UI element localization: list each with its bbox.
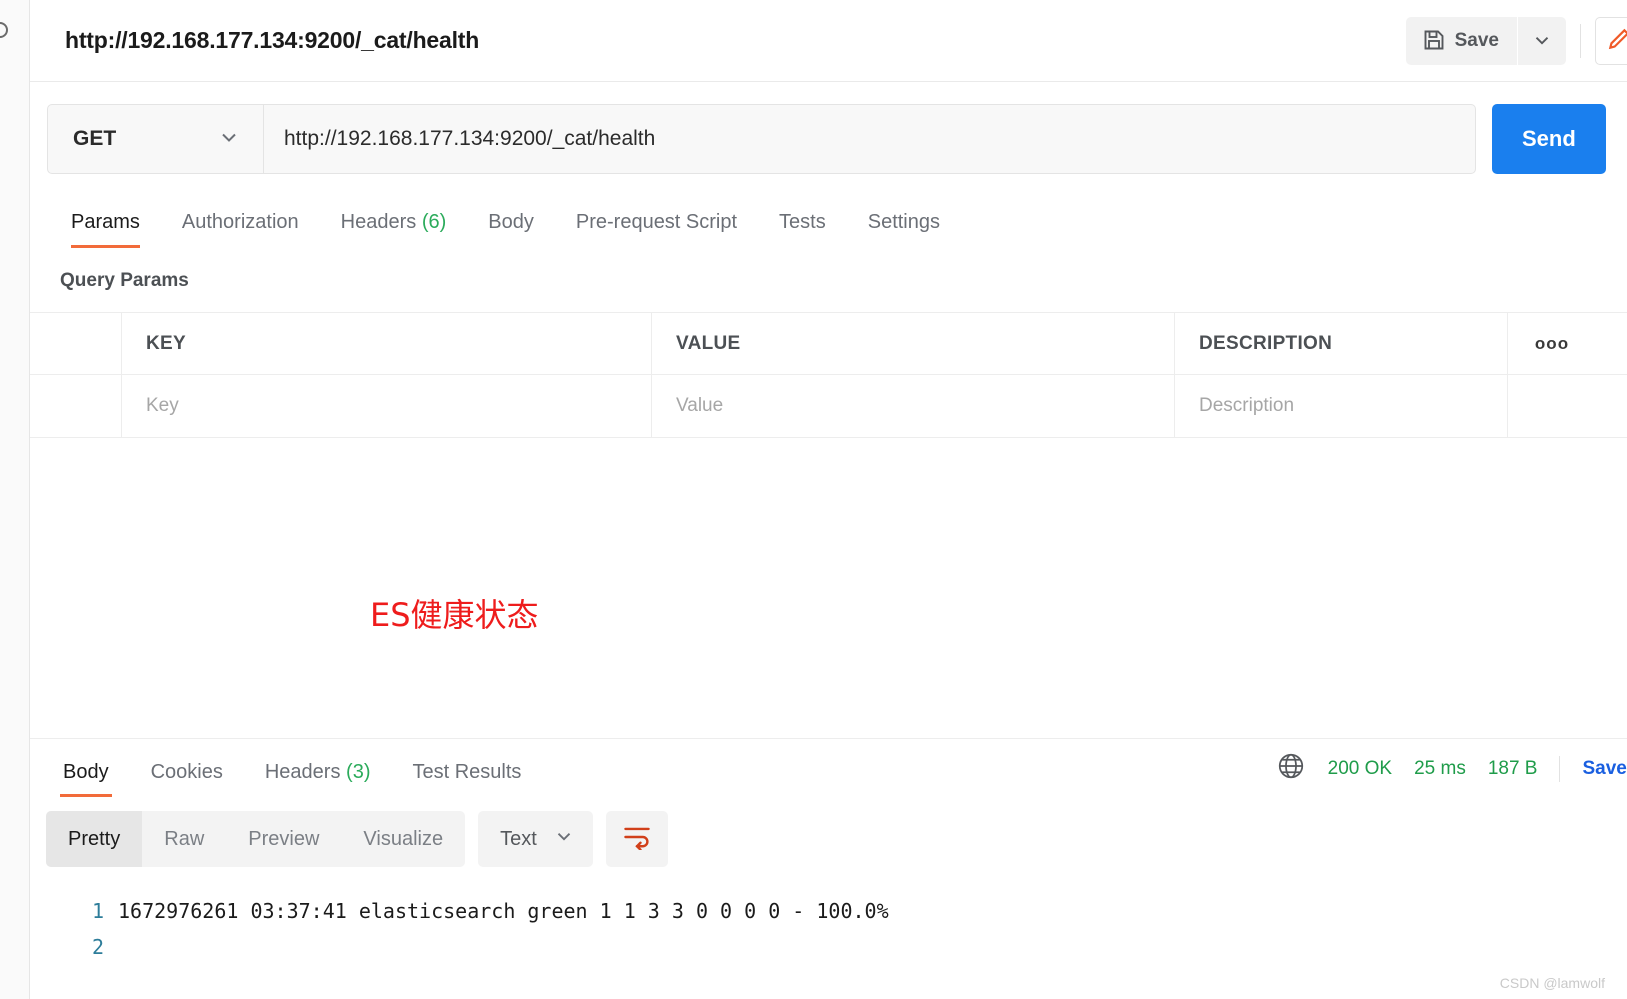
response-format-toolbar: Pretty Raw Preview Visualize Text <box>30 797 1627 867</box>
column-header-description: DESCRIPTION <box>1175 313 1508 374</box>
save-button-label: Save <box>1454 30 1499 51</box>
circle-icon <box>0 22 8 38</box>
tab-label: Body <box>63 761 109 783</box>
format-raw[interactable]: Raw <box>142 811 226 867</box>
save-options-dropdown[interactable] <box>1518 17 1566 65</box>
tab-label: Test Results <box>412 761 522 783</box>
response-time: 25 ms <box>1414 757 1466 779</box>
select-all-cell <box>30 313 122 374</box>
table-row: Key Value Description <box>30 375 1627 437</box>
page-title: http://192.168.177.134:9200/_cat/health <box>65 27 480 53</box>
description-input[interactable]: Description <box>1175 375 1508 437</box>
query-params-title: Query Params <box>60 270 189 291</box>
format-pretty[interactable]: Pretty <box>46 811 143 867</box>
save-response-button[interactable]: Save Res <box>1582 758 1627 780</box>
format-preview[interactable]: Preview <box>226 811 341 867</box>
tab-label: Headers <box>340 211 417 233</box>
method-selector[interactable]: GET <box>47 104 264 174</box>
tab-count: (3) <box>346 761 371 783</box>
response-tab-body[interactable]: Body <box>42 761 130 797</box>
header-divider <box>1580 24 1581 58</box>
tab-label: Tests <box>779 211 826 233</box>
tab-headers[interactable]: Headers (6) <box>320 211 468 248</box>
response-tab-headers[interactable]: Headers (3) <box>244 761 392 797</box>
response-size: 187 B <box>1487 757 1538 779</box>
chevron-down-icon <box>553 825 575 853</box>
response-tabs: Body Cookies Headers (3) Test Results 20… <box>30 739 1627 797</box>
content-type-dropdown[interactable]: Text <box>478 811 593 867</box>
status-badge: 200 OK <box>1327 757 1393 779</box>
code-line: 1 1672976261 03:37:41 elasticsearch gree… <box>30 893 1627 929</box>
tab-tests[interactable]: Tests <box>758 211 847 248</box>
key-input[interactable]: Key <box>122 375 652 437</box>
code-line: 2 <box>30 929 1627 965</box>
tab-settings[interactable]: Settings <box>847 211 961 248</box>
column-header-value: VALUE <box>652 313 1175 374</box>
url-input[interactable]: http://192.168.177.134:9200/_cat/health <box>264 104 1476 174</box>
row-actions-cell <box>1508 375 1596 437</box>
table-header-row: KEY VALUE DESCRIPTION ooo <box>30 313 1627 375</box>
response-tab-cookies[interactable]: Cookies <box>130 761 244 797</box>
content-type-label: Text <box>500 827 537 850</box>
left-sidebar-rail <box>0 0 30 999</box>
watermark: CSDN @lamwolf <box>1499 975 1605 991</box>
tab-label: Body <box>488 211 534 233</box>
edit-pen-button[interactable] <box>1595 17 1627 65</box>
tab-label: Cookies <box>150 761 223 783</box>
tab-label: Params <box>71 211 140 233</box>
chevron-down-icon <box>217 125 241 154</box>
annotation-text: ES健康状态 <box>370 596 539 634</box>
query-params-table: KEY VALUE DESCRIPTION ooo Key Value Desc… <box>30 312 1627 438</box>
line-number: 1 <box>91 899 104 923</box>
tab-label: Pre-request Script <box>575 211 738 233</box>
format-visualize[interactable]: Visualize <box>341 811 465 867</box>
line-content: 1672976261 03:37:41 elasticsearch green … <box>118 899 889 923</box>
more-options-icon: ooo <box>1534 333 1570 353</box>
response-tab-test-results[interactable]: Test Results <box>391 761 542 797</box>
send-button[interactable]: Send <box>1492 104 1606 174</box>
tab-label: Settings <box>867 211 940 233</box>
save-button[interactable]: Save <box>1405 17 1517 65</box>
tab-body[interactable]: Body <box>467 211 555 248</box>
meta-divider <box>1559 755 1561 782</box>
value-input[interactable]: Value <box>652 375 1175 437</box>
save-button-group: Save <box>1405 17 1566 65</box>
postman-window: http://192.168.177.134:9200/_cat/health … <box>0 0 1627 999</box>
header-actions: Save <box>1405 0 1627 82</box>
tab-label: Authorization <box>181 211 299 233</box>
request-header: http://192.168.177.134:9200/_cat/health … <box>30 0 1627 82</box>
request-tabs: Params Authorization Headers (6) Body Pr… <box>30 196 1627 248</box>
url-bar: GET http://192.168.177.134:9200/_cat/hea… <box>30 82 1627 174</box>
url-value: http://192.168.177.134:9200/_cat/health <box>284 127 656 150</box>
tab-count: (6) <box>421 211 447 233</box>
bulk-edit-button[interactable]: ooo <box>1508 313 1596 374</box>
tab-params[interactable]: Params <box>50 211 161 248</box>
tab-authorization[interactable]: Authorization <box>161 211 320 248</box>
chevron-down-icon <box>1531 29 1553 54</box>
response-body-code[interactable]: 1 1672976261 03:37:41 elasticsearch gree… <box>30 893 1627 965</box>
pen-icon <box>1606 26 1627 57</box>
response-pane: Body Cookies Headers (3) Test Results 20… <box>30 738 1627 999</box>
column-header-key: KEY <box>122 313 652 374</box>
word-wrap-button[interactable] <box>605 811 668 867</box>
response-meta: 200 OK 25 ms 187 B Save Res <box>1276 751 1627 786</box>
line-number: 2 <box>91 935 104 959</box>
row-checkbox-cell[interactable] <box>30 375 122 437</box>
globe-icon <box>1276 751 1306 786</box>
tab-label: Headers <box>264 761 341 783</box>
format-segmented-control: Pretty Raw Preview Visualize <box>46 811 466 867</box>
word-wrap-icon <box>622 824 652 855</box>
main-content: http://192.168.177.134:9200/_cat/health … <box>30 0 1627 999</box>
floppy-disk-icon <box>1422 28 1446 55</box>
tab-pre-request-script[interactable]: Pre-request Script <box>555 211 758 248</box>
method-label: GET <box>73 127 117 150</box>
